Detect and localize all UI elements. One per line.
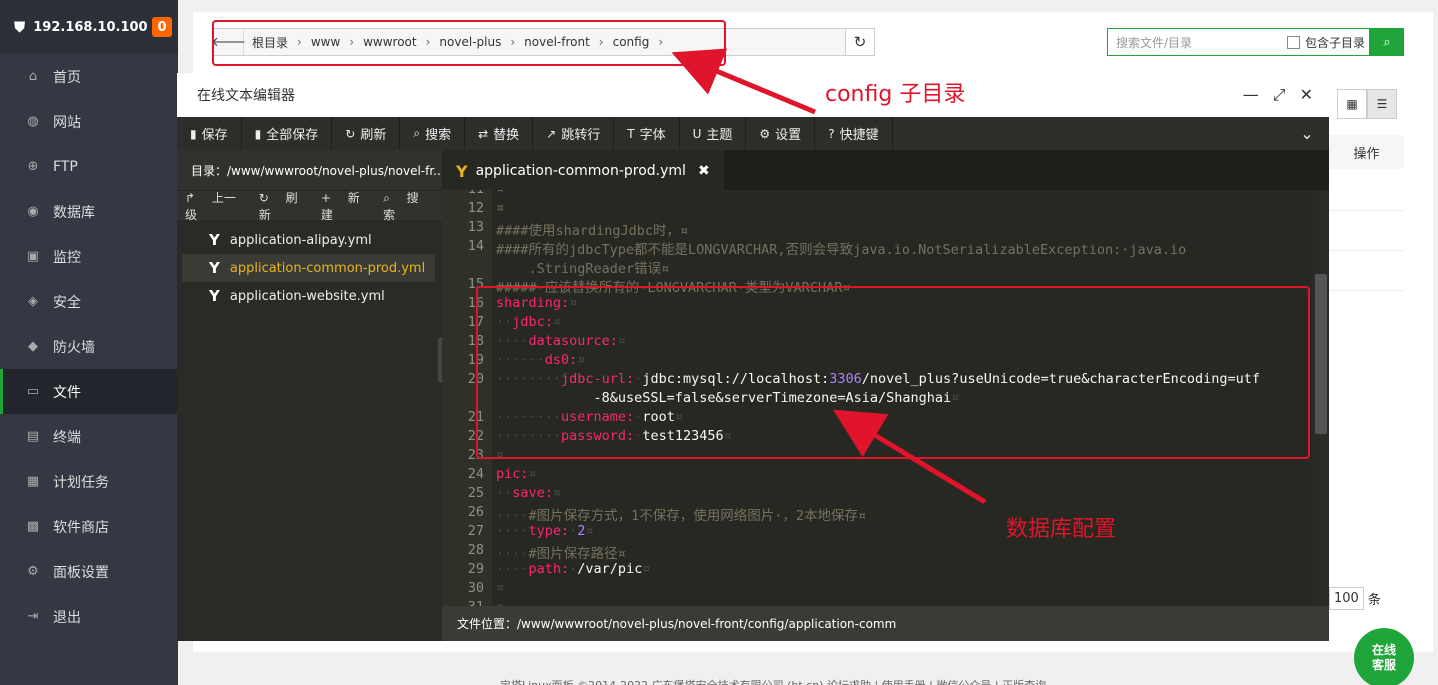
db-arrow: [832, 409, 987, 505]
config-arrow: [671, 48, 816, 115]
annotation-arrows: [671, 48, 987, 505]
